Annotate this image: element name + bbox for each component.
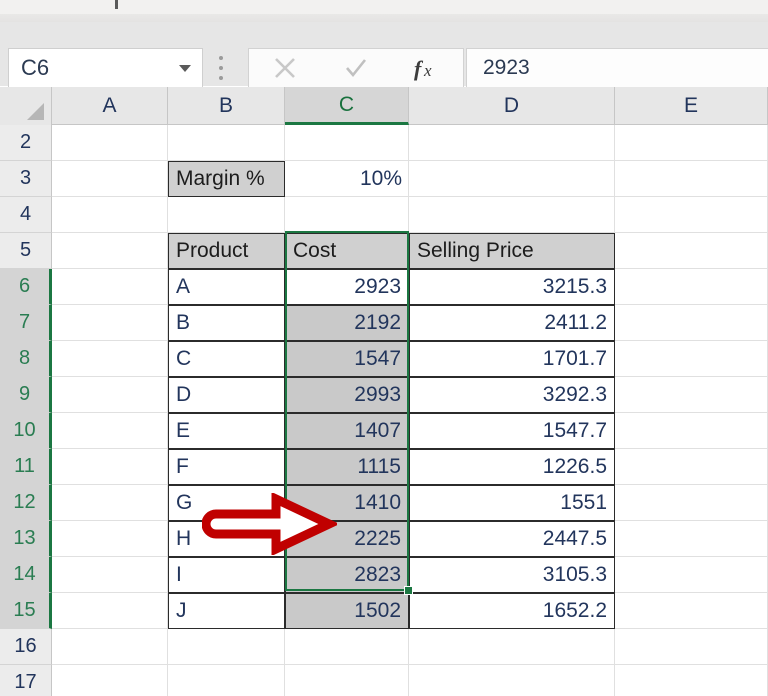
svg-text:x: x	[423, 61, 432, 80]
top-strip-tick	[115, 0, 118, 9]
cell-product-J[interactable]: J	[168, 593, 285, 629]
cell-selling-price-B[interactable]: 2411.2	[409, 305, 615, 341]
right-arrow-annotation-icon	[201, 491, 340, 560]
formula-input[interactable]: 2923	[466, 48, 768, 88]
cell-header-product[interactable]: Product	[168, 233, 285, 269]
cell-cost-D[interactable]: 2993	[285, 377, 409, 413]
row-header-5[interactable]: 5	[0, 233, 52, 269]
cell-product-C[interactable]: C	[168, 341, 285, 377]
cell-selling-price-H[interactable]: 2447.5	[409, 521, 615, 557]
cell-selling-price-F[interactable]: 1226.5	[409, 449, 615, 485]
cell-header-selling-price[interactable]: Selling Price	[409, 233, 615, 269]
cell-product-D[interactable]: D	[168, 377, 285, 413]
cell-selling-price-C[interactable]: 1701.7	[409, 341, 615, 377]
cell-product-B[interactable]: B	[168, 305, 285, 341]
fill-handle[interactable]	[404, 586, 413, 595]
row-header-8[interactable]: 8	[0, 341, 52, 377]
check-icon[interactable]	[328, 49, 384, 87]
fx-icon[interactable]: f x	[399, 49, 455, 87]
row-header-4[interactable]: 4	[0, 197, 52, 233]
cell-cost-A[interactable]: 2923	[285, 269, 409, 305]
column-header-a[interactable]: A	[52, 87, 168, 125]
cell-selling-price-A[interactable]: 3215.3	[409, 269, 615, 305]
formula-bar: C6 f x 2923	[0, 22, 768, 88]
cell-margin-value[interactable]: 10%	[285, 161, 409, 197]
row-header-7[interactable]: 7	[0, 305, 52, 341]
row-header-3[interactable]: 3	[0, 161, 52, 197]
cell-product-I[interactable]: I	[168, 557, 285, 593]
formula-bar-buttons: f x	[248, 48, 464, 88]
row-header-column: 2 3 4 5 6 7 8 9 10 11 12 13 14 15 16 17	[0, 125, 52, 696]
row-header-10[interactable]: 10	[0, 413, 52, 449]
chevron-down-icon[interactable]	[168, 64, 202, 73]
cell-selling-price-E[interactable]: 1547.7	[409, 413, 615, 449]
row-header-15[interactable]: 15	[0, 593, 52, 629]
row-header-14[interactable]: 14	[0, 557, 52, 593]
window-top-strip	[0, 0, 768, 14]
cell-product-A[interactable]: A	[168, 269, 285, 305]
cell-cost-F[interactable]: 1115	[285, 449, 409, 485]
cell-area: Margin % 10% Product Cost Selling Price A 2923…	[52, 125, 768, 696]
column-header-d[interactable]: D	[409, 87, 615, 125]
cell-selling-price-D[interactable]: 3292.3	[409, 377, 615, 413]
row-header-2[interactable]: 2	[0, 125, 52, 161]
cell-cost-E[interactable]: 1407	[285, 413, 409, 449]
name-box-value: C6	[21, 55, 50, 80]
cell-cost-B[interactable]: 2192	[285, 305, 409, 341]
name-box[interactable]: C6	[8, 48, 203, 88]
row-header-17[interactable]: 17	[0, 665, 52, 696]
window-top-shade	[0, 14, 768, 22]
row-header-9[interactable]: 9	[0, 377, 52, 413]
column-header-b[interactable]: B	[168, 87, 285, 125]
cell-selling-price-I[interactable]: 3105.3	[409, 557, 615, 593]
svg-text:f: f	[414, 56, 424, 81]
close-icon[interactable]	[257, 49, 313, 87]
cell-header-cost[interactable]: Cost	[285, 233, 409, 269]
select-all-triangle-icon[interactable]	[0, 87, 52, 125]
cell-margin-label[interactable]: Margin %	[168, 161, 285, 197]
gridline-horizontal	[52, 664, 768, 665]
cell-cost-C[interactable]: 1547	[285, 341, 409, 377]
row-header-6[interactable]: 6	[0, 269, 52, 305]
cell-product-E[interactable]: E	[168, 413, 285, 449]
worksheet-grid: ABCDE 2 3 4 5 6 7 8 9 10 11 12 13 14 15 16 17 Margin % 1…	[0, 87, 768, 696]
column-header-e[interactable]: E	[615, 87, 768, 125]
cell-cost-J[interactable]: 1502	[285, 593, 409, 629]
cell-cost-I[interactable]: 2823	[285, 557, 409, 593]
row-header-12[interactable]: 12	[0, 485, 52, 521]
gridline-horizontal	[52, 160, 768, 161]
excel-worksheet-screen: C6 f x 2923 A B C D E 2 3 4 5 6 7 8 9 10…	[0, 0, 768, 696]
row-header-13[interactable]: 13	[0, 521, 52, 557]
cell-selling-price-G[interactable]: 1551	[409, 485, 615, 521]
row-header-11[interactable]: 11	[0, 449, 52, 485]
formula-input-value: 2923	[483, 56, 530, 79]
row-header-16[interactable]: 16	[0, 629, 52, 665]
cell-product-F[interactable]: F	[168, 449, 285, 485]
kebab-menu-icon[interactable]	[218, 56, 224, 80]
column-header-row: ABCDE	[0, 87, 768, 125]
column-header-c[interactable]: C	[285, 87, 409, 125]
gridline-horizontal	[52, 196, 768, 197]
cell-selling-price-J[interactable]: 1652.2	[409, 593, 615, 629]
